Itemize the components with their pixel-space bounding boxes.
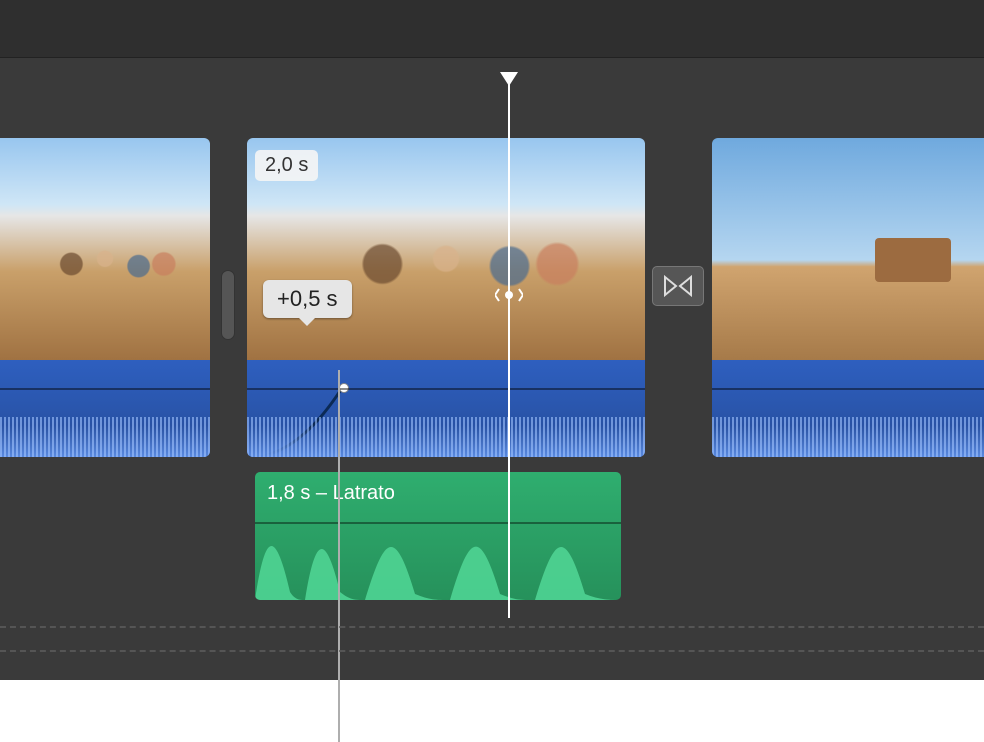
volume-line[interactable] [712,388,984,390]
audio-waveform [247,417,645,457]
sound-clip-label: 1,8 s – Latrato [267,482,395,505]
clip-duration-badge: 2,0 s [255,150,318,181]
track-divider [0,650,984,652]
playhead[interactable] [508,72,510,618]
annotation-callout-line [338,370,340,742]
video-clip[interactable] [0,138,210,457]
clip-thumbnail: 2,0 s [247,138,645,360]
sound-effect-clip[interactable]: 1,8 s – Latrato [255,472,621,600]
volume-line[interactable] [247,388,645,390]
timeline-ruler[interactable] [0,0,984,58]
video-clip[interactable] [712,138,984,457]
clip-audio-track[interactable] [0,360,210,457]
fade-duration-tooltip: +0,5 s [263,280,352,318]
clip-audio-track[interactable] [247,360,645,457]
transition-icon[interactable] [652,266,704,306]
clip-thumbnail [712,138,984,360]
audio-waveform [712,417,984,457]
audio-waveform [255,522,621,600]
playhead-skimmer-handle[interactable] [494,286,524,304]
audio-waveform [0,417,210,457]
timeline[interactable]: 2,0 s +0,5 s 1,8 s – Latrato [0,0,984,680]
clip-thumbnail [0,138,210,360]
track-divider [0,626,984,628]
volume-line[interactable] [0,388,210,390]
clip-scroll-handle[interactable] [221,270,235,340]
sound-anchor-icon [385,472,401,474]
clip-audio-track[interactable] [712,360,984,457]
